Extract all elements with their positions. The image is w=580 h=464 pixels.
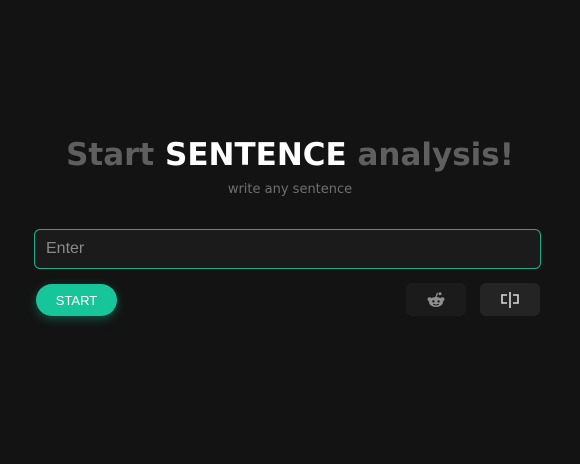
app-page: Start SENTENCE analysis! write any sente…: [0, 0, 580, 464]
page-title: Start SENTENCE analysis!: [0, 136, 580, 174]
reddit-icon: [426, 291, 446, 308]
title-prefix: Start: [66, 137, 155, 173]
title-suffix: analysis!: [357, 137, 514, 173]
split-view-button[interactable]: [480, 283, 540, 316]
start-button[interactable]: START: [36, 284, 117, 316]
page-subtitle: write any sentence: [227, 182, 353, 197]
sentence-input-container: [34, 229, 541, 269]
reddit-button[interactable]: [406, 283, 466, 316]
hero-section: Start SENTENCE analysis! write any sente…: [0, 136, 580, 197]
title-highlight: SENTENCE: [165, 137, 347, 173]
split-view-icon: [499, 291, 521, 309]
sentence-input[interactable]: [35, 230, 540, 268]
